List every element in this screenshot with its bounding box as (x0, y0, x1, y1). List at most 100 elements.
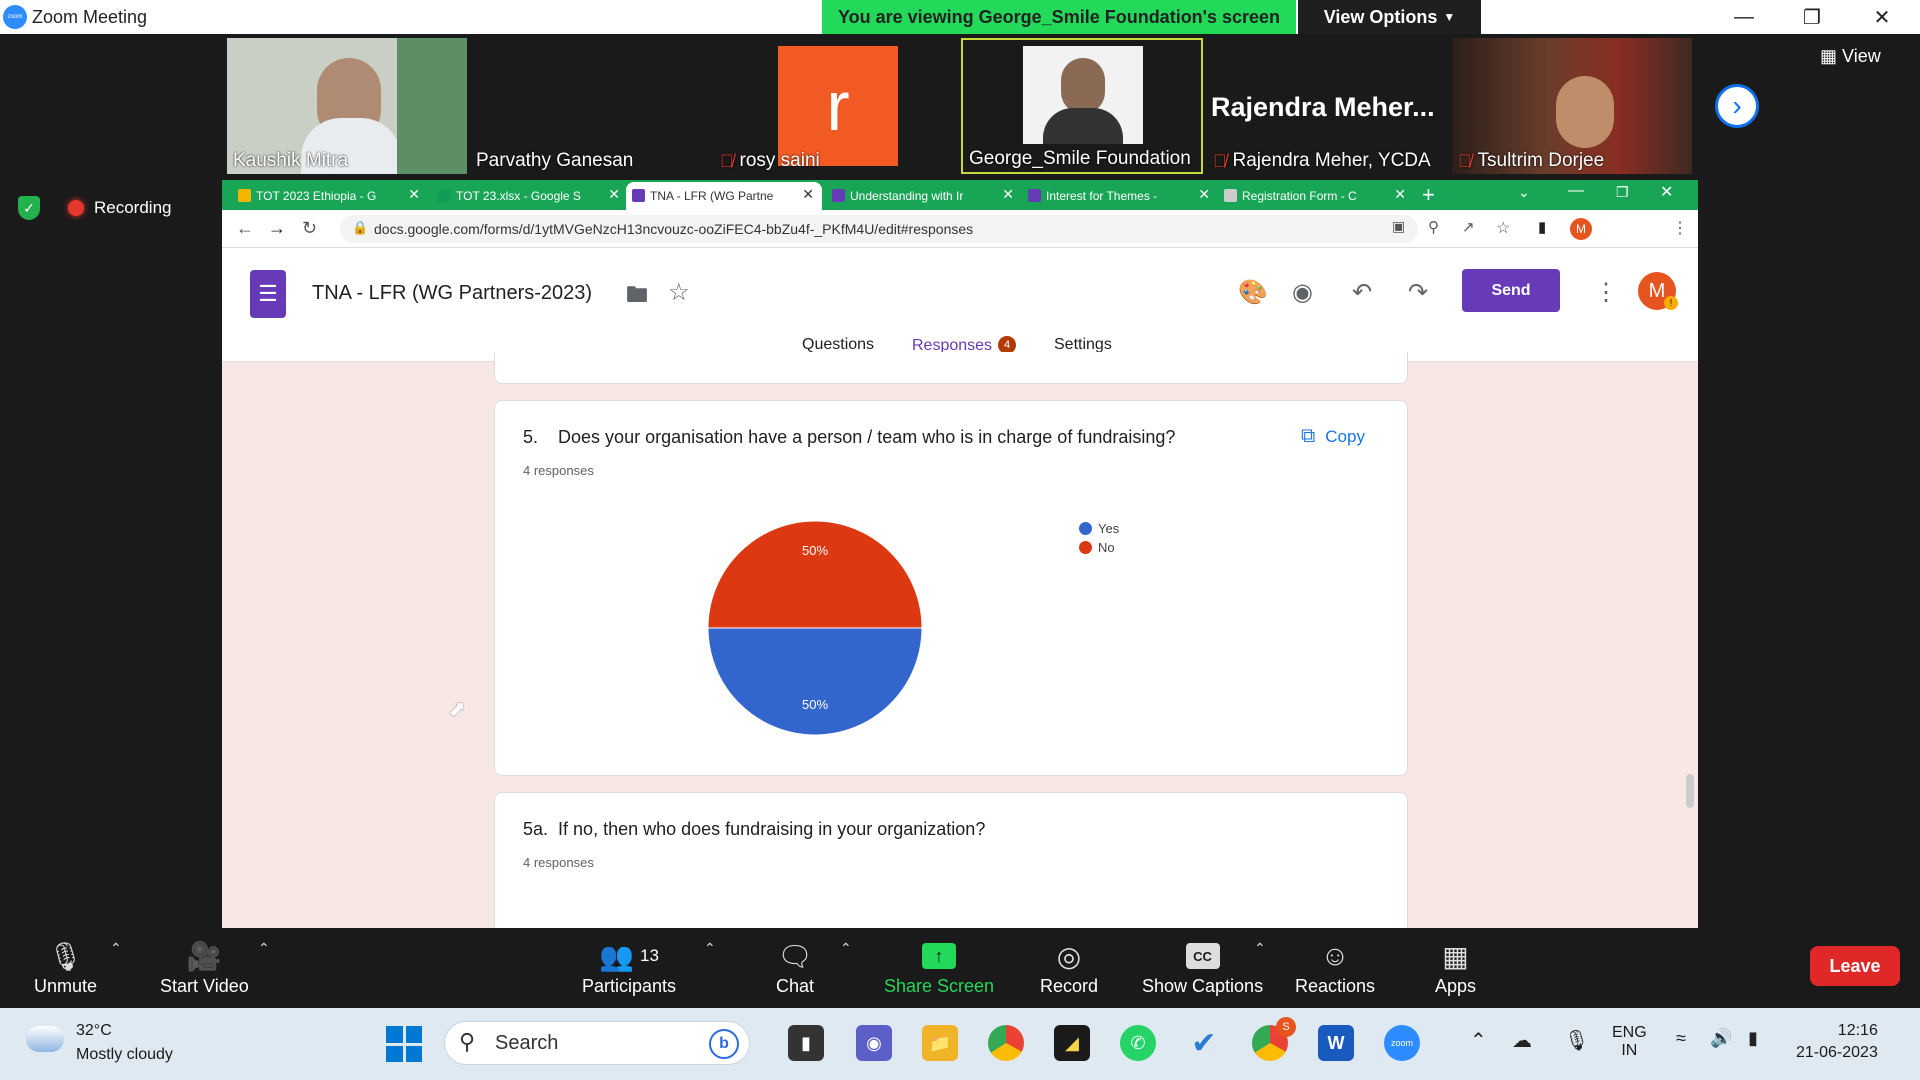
share-screen-icon: ↑ (922, 943, 957, 969)
teams-chat-icon[interactable]: ◉ (856, 1025, 892, 1061)
chrome-profile-icon[interactable]: S (1252, 1017, 1296, 1061)
browser-tab[interactable]: TOT 2023 Ethiopia - G ✕ (232, 182, 428, 210)
apps-button[interactable]: ▦ Apps (1435, 936, 1476, 997)
close-tab-icon[interactable]: ✕ (608, 186, 620, 203)
captions-options-caret-icon[interactable]: ⌃ (1254, 940, 1266, 957)
close-tab-icon[interactable]: ✕ (1198, 186, 1210, 203)
participants-options-caret-icon[interactable]: ⌃ (704, 940, 716, 957)
more-options-icon[interactable]: ⋮ (1594, 278, 1618, 307)
next-page-arrow-icon[interactable]: › (1715, 84, 1759, 128)
audio-options-caret-icon[interactable]: ⌃ (110, 940, 122, 957)
todo-checkmark-icon[interactable]: ✔ (1186, 1025, 1222, 1061)
language-indicator[interactable]: ENG IN (1612, 1024, 1647, 1060)
close-tab-icon[interactable]: ✕ (802, 186, 814, 203)
side-panel-icon[interactable]: ▮ (1538, 218, 1546, 236)
weather-temperature[interactable]: 32°C (76, 1022, 112, 1040)
new-tab-icon[interactable]: + (1422, 182, 1435, 208)
google-forms-logo-icon[interactable]: ☰ (250, 270, 286, 318)
unmute-button[interactable]: 🎙 Unmute (34, 936, 97, 997)
folder-icon[interactable]: 🖿 (626, 278, 648, 316)
chart-legend: Yes No (1079, 521, 1119, 555)
battery-icon[interactable]: ▮ (1748, 1028, 1758, 1049)
browser-tab[interactable]: TOT 23.xlsx - Google S ✕ (432, 182, 628, 210)
zoom-meeting-toolbar: 🎙 Unmute ⌃ 🎥 Start Video ⌃ 👥 13 Participa… (0, 928, 1920, 1008)
show-hidden-icons-icon[interactable]: ⌃ (1470, 1028, 1487, 1053)
url-input[interactable]: 🔒 docs.google.com/forms/d/1ytMVGeNzcH13n… (340, 215, 1418, 243)
close-tab-icon[interactable]: ✕ (1394, 186, 1406, 203)
wifi-icon[interactable]: ≈ (1676, 1028, 1686, 1049)
bookmark-star-icon[interactable]: ☆ (1496, 218, 1510, 238)
preview-eye-icon[interactable]: ◉ (1292, 278, 1313, 307)
clock[interactable]: 12:16 21-06-2023 (1796, 1022, 1878, 1062)
share-screen-button[interactable]: ↑ Share Screen (884, 936, 994, 997)
copy-chart-button[interactable]: ⧉ Copy (1301, 425, 1365, 448)
task-view-icon[interactable]: ▮ (788, 1025, 824, 1061)
cast-icon[interactable]: ▣ (1392, 218, 1405, 235)
pie-slice-yes[interactable] (707, 627, 923, 736)
form-title[interactable]: TNA - LFR (WG Partners-2023) (312, 282, 592, 305)
onedrive-cloud-icon[interactable]: ☁ (1512, 1028, 1532, 1053)
browser-tab[interactable]: Interest for Themes - ✕ (1022, 182, 1218, 210)
recording-indicator[interactable]: Recording (68, 198, 172, 218)
video-options-caret-icon[interactable]: ⌃ (258, 940, 270, 957)
weather-description[interactable]: Mostly cloudy (76, 1046, 173, 1064)
browser-tab-active[interactable]: TNA - LFR (WG Partne ✕ (626, 182, 822, 210)
send-button[interactable]: Send (1462, 269, 1560, 312)
security-shield-icon[interactable]: ✓ (18, 196, 40, 220)
participant-tile[interactable]: Kaushik Mitra (227, 38, 467, 174)
close-icon[interactable]: ✕ (1660, 182, 1673, 202)
record-button[interactable]: ◎ Record (1040, 936, 1098, 997)
participant-tile[interactable]: 🎙̸ Tsultrim Dorjee (1452, 38, 1692, 174)
chat-button[interactable]: 🗨 Chat (776, 936, 814, 997)
zoom-icon[interactable]: ⚲ (1428, 218, 1439, 236)
participant-tile-active-speaker[interactable]: George_Smile Foundation (961, 38, 1203, 174)
close-tab-icon[interactable]: ✕ (1002, 186, 1014, 203)
whatsapp-icon[interactable]: ✆ (1120, 1025, 1156, 1061)
start-video-button[interactable]: 🎥 Start Video (160, 936, 249, 997)
tab-search-icon[interactable]: ⌄ (1518, 184, 1530, 201)
forward-icon[interactable]: → (268, 218, 286, 239)
undo-icon[interactable]: ↶ (1352, 278, 1372, 307)
browser-tab[interactable]: Understanding with Ir ✕ (826, 182, 1022, 210)
reactions-button[interactable]: ☺ Reactions (1295, 936, 1375, 997)
weather-cloud-icon[interactable] (26, 1026, 64, 1052)
participant-tile[interactable]: Rajendra Meher... 🎙̸ Rajendra Meher, YCDA (1207, 38, 1447, 174)
share-icon[interactable]: ↗ (1462, 218, 1475, 236)
minimize-icon[interactable]: — (1568, 182, 1584, 200)
zoom-app-icon[interactable]: zoom (1384, 1025, 1420, 1061)
browser-menu-icon[interactable]: ⋮ (1672, 218, 1688, 238)
restore-icon[interactable]: ❐ (1616, 184, 1629, 201)
participants-button[interactable]: 👥 13 Participants (582, 936, 676, 997)
forms-icon (1028, 189, 1041, 202)
star-icon[interactable]: ☆ (668, 278, 690, 307)
sticky-notes-icon[interactable]: ◢ (1054, 1025, 1090, 1061)
show-captions-button[interactable]: CC Show Captions (1142, 936, 1263, 997)
volume-icon[interactable]: 🔊 (1710, 1028, 1732, 1049)
pie-slice-no[interactable] (707, 520, 923, 629)
participant-tile[interactable]: r 🎙̸ rosy saini (714, 38, 954, 174)
scrollbar-thumb[interactable] (1686, 774, 1694, 808)
taskbar-search-box[interactable]: ⚲ Search b (444, 1021, 750, 1065)
word-icon[interactable]: W (1318, 1025, 1354, 1061)
leave-meeting-button[interactable]: Leave (1810, 946, 1900, 986)
reload-icon[interactable]: ↻ (302, 218, 317, 239)
browser-profile-avatar[interactable]: M (1570, 218, 1592, 240)
file-explorer-icon[interactable]: 📁 (922, 1025, 958, 1061)
bing-icon[interactable]: b (709, 1029, 739, 1059)
close-icon[interactable]: ✕ (1862, 4, 1902, 30)
smiley-plus-icon: ☺ (1320, 940, 1350, 971)
windows-start-icon[interactable] (386, 1026, 422, 1062)
restore-icon[interactable]: ❐ (1792, 4, 1832, 30)
redo-icon[interactable]: ↷ (1408, 278, 1428, 307)
palette-icon[interactable]: 🎨 (1238, 278, 1268, 307)
close-tab-icon[interactable]: ✕ (408, 186, 420, 203)
view-options-button[interactable]: View Options ▼ (1298, 0, 1481, 34)
participant-tile[interactable]: Parvathy Ganesan (470, 38, 710, 174)
back-icon[interactable]: ← (236, 218, 254, 239)
microphone-icon[interactable]: 🎙 (1564, 1028, 1589, 1053)
view-button[interactable]: ▦ View (1820, 46, 1881, 67)
minimize-icon[interactable]: — (1724, 4, 1764, 30)
browser-tab[interactable]: Registration Form - C ✕ (1218, 182, 1414, 210)
chrome-icon[interactable] (988, 1025, 1024, 1061)
chat-options-caret-icon[interactable]: ⌃ (840, 940, 852, 957)
